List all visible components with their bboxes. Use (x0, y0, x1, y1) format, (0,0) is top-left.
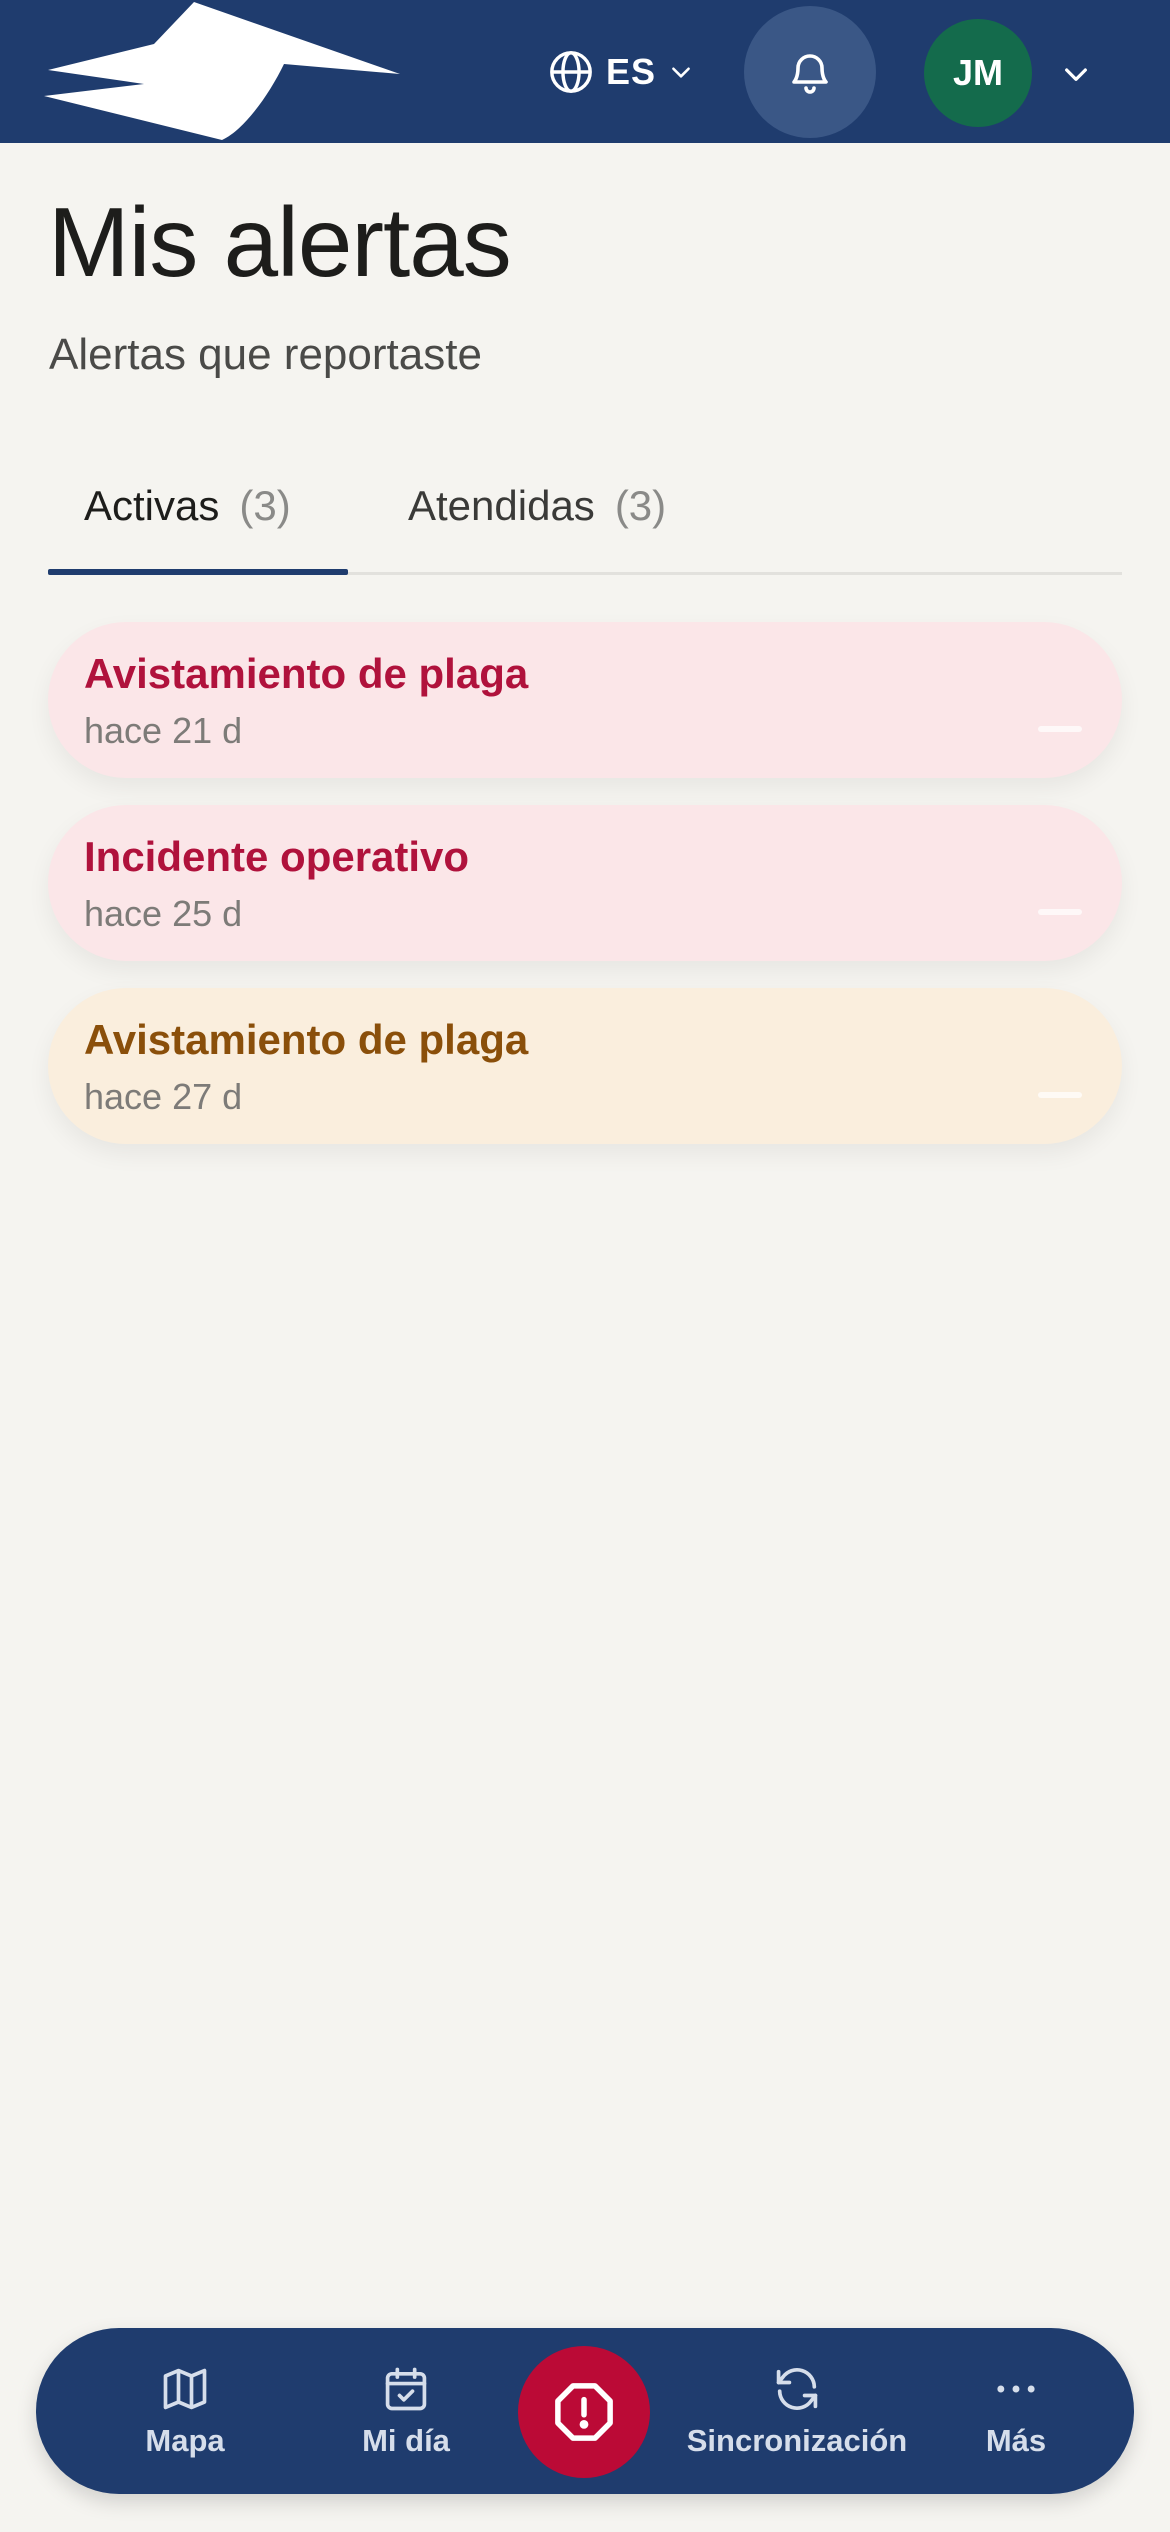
alert-time: hace 27 d (84, 1076, 243, 1117)
card-handle (1038, 909, 1082, 915)
user-initials: JM (952, 52, 1003, 93)
nav-item-mapa[interactable]: Mapa (100, 2328, 270, 2494)
tab-label: Activas (84, 482, 220, 529)
sync-icon (776, 2368, 818, 2410)
tab-count: (3) (614, 482, 667, 529)
alert-title: Avistamiento de plaga (84, 1016, 529, 1063)
notifications-button[interactable] (744, 6, 876, 138)
nav-label: Mi día (362, 2423, 450, 2458)
alert-card[interactable]: Avistamiento de plaga hace 27 d (48, 988, 1122, 1144)
bottom-navigation: Mapa Mi día Sincronización Más (36, 2328, 1134, 2494)
tab-count: (3) (239, 482, 291, 529)
page-title: Mis alertas (48, 187, 512, 297)
nav-label: Sincronización (686, 2423, 908, 2458)
alert-title: Incidente operativo (84, 833, 470, 880)
globe-icon (550, 51, 592, 93)
tab-label: Atendidas (408, 482, 595, 529)
alert-card[interactable]: Incidente operativo hace 25 d (48, 805, 1122, 961)
alerts-tabs: Activas (3) Atendidas (3) (48, 440, 1122, 575)
calendar-check-icon (385, 2367, 427, 2411)
nav-label: Mapa (145, 2423, 225, 2458)
nav-item-sincronizacion[interactable]: Sincronización (682, 2328, 912, 2494)
more-icon (997, 2385, 1035, 2393)
chevron-down-icon (672, 67, 690, 78)
map-icon (163, 2368, 207, 2410)
card-handle (1038, 726, 1082, 732)
nav-label: Más (985, 2423, 1047, 2458)
top-app-bar: ES JM (0, 0, 1170, 143)
alert-card[interactable]: Avistamiento de plaga hace 21 d (48, 622, 1122, 778)
page-subtitle: Alertas que reportaste (49, 330, 482, 379)
alert-octagon-icon (555, 2383, 613, 2441)
account-menu-chevron-icon[interactable] (1060, 58, 1092, 90)
alert-time: hace 25 d (84, 893, 243, 934)
bell-icon (792, 54, 828, 94)
brand-logo[interactable] (44, 0, 404, 143)
language-selector[interactable]: ES (548, 44, 694, 100)
tab-activas[interactable]: Activas (3) (48, 440, 348, 575)
alert-time: hace 21 d (84, 710, 243, 751)
language-code: ES (606, 51, 657, 92)
report-alert-button[interactable] (518, 2346, 650, 2478)
tab-atendidas[interactable]: Atendidas (3) (408, 440, 666, 572)
alert-title: Avistamiento de plaga (84, 650, 529, 697)
nav-item-mi-dia[interactable]: Mi día (316, 2328, 496, 2494)
nav-item-mas[interactable]: Más (956, 2328, 1076, 2494)
card-handle (1038, 1092, 1082, 1098)
user-avatar[interactable]: JM (924, 19, 1032, 127)
